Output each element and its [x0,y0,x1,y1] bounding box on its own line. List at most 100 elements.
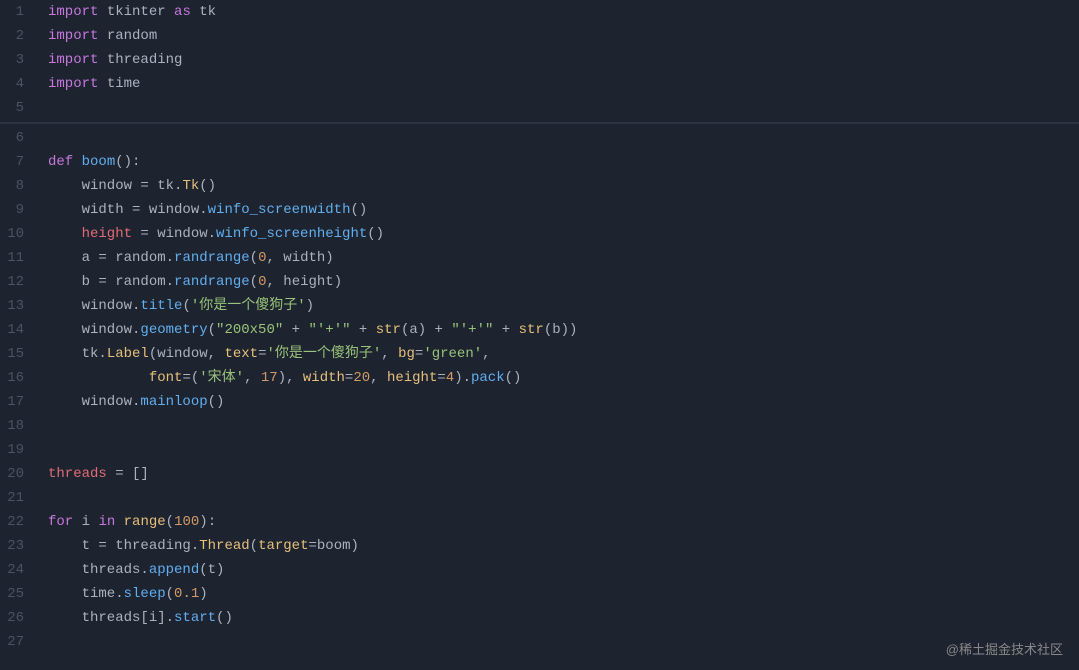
code-line: 26 threads[i].start() [0,606,1079,630]
code-line: 2import random [0,24,1079,48]
token-kw: in [98,514,115,530]
code-line: 1import tkinter as tk [0,0,1079,24]
token-plain [115,514,123,530]
token-plain: = window. [132,202,208,218]
code-line: 21 [0,486,1079,510]
token-method: pack [471,370,505,386]
line-number: 25 [0,582,40,606]
token-kw: import [48,28,98,44]
line-number: 19 [0,438,40,462]
token-plain: ( [166,586,174,602]
token-plain: =( [182,370,199,386]
token-str: '你是一个傻狗子' [266,346,381,362]
line-content: b = random.randrange(0, height) [40,270,1079,294]
line-number: 4 [0,72,40,96]
token-method: start [174,610,216,626]
token-plain: ( [166,514,174,530]
code-line: 27 [0,630,1079,654]
token-str: 'green' [423,346,482,362]
token-plain: i [73,514,98,530]
token-kw: as [174,4,191,20]
line-number: 16 [0,366,40,390]
code-line: 18 [0,414,1079,438]
line-content: import threading [40,48,1079,72]
token-plain: ). [454,370,471,386]
token-builtin: Tk [182,178,199,194]
line-content: window = tk.Tk() [40,174,1079,198]
token-plain: + [351,322,376,338]
line-number: 10 [0,222,40,246]
token-param: font [149,370,183,386]
token-var: threads [48,466,107,482]
line-number: 26 [0,606,40,630]
token-builtin: Thread [199,538,249,554]
code-line: 12 b = random.randrange(0, height) [0,270,1079,294]
token-param: width [303,370,345,386]
token-plain: =boom) [308,538,358,554]
token-str: '宋体' [199,370,244,386]
line-content: tk.Label(window, text='你是一个傻狗子', bg='gre… [40,342,1079,366]
line-number: 15 [0,342,40,366]
token-plain: + [493,322,518,338]
line-content: import tkinter as tk [40,0,1079,24]
code-line: 5 [0,96,1079,120]
token-plain: window. [48,394,140,410]
code-line: 8 window = tk.Tk() [0,174,1079,198]
token-plain: , [370,370,387,386]
token-plain: threads[i]. [48,610,174,626]
line-number: 24 [0,558,40,582]
code-editor: 1import tkinter as tk2import random3impo… [0,0,1079,670]
token-plain: threads. [48,562,149,578]
token-num: 4 [446,370,454,386]
code-line: 17 window.mainloop() [0,390,1079,414]
token-plain: window [48,178,140,194]
token-builtin: str [519,322,544,338]
code-line: 4import time [0,72,1079,96]
token-var: height [48,226,132,242]
token-method: randrange [174,274,250,290]
token-plain: window. [48,298,140,314]
token-str: '你是一个傻狗子' [191,298,306,314]
line-number: 22 [0,510,40,534]
token-plain: ( [208,322,216,338]
code-line: 6 [0,126,1079,150]
code-line: 15 tk.Label(window, text='你是一个傻狗子', bg='… [0,342,1079,366]
token-plain: a [48,250,98,266]
token-plain: ), [278,370,303,386]
token-plain: tk. [157,178,182,194]
code-line: 16 font=('宋体', 17), width=20, height=4).… [0,366,1079,390]
token-method: sleep [124,586,166,602]
token-plain: ): [199,514,216,530]
token-plain: (window, [149,346,225,362]
code-line: 3import threading [0,48,1079,72]
line-number: 21 [0,486,40,510]
token-num: 100 [174,514,199,530]
token-param: height [387,370,437,386]
token-builtin: range [124,514,166,530]
line-content: t = threading.Thread(target=boom) [40,534,1079,558]
token-plain: + [283,322,308,338]
token-kw: for [48,514,73,530]
code-line: 9 width = window.winfo_screenwidth() [0,198,1079,222]
token-plain: width [48,202,132,218]
token-param: target [258,538,308,554]
line-number: 1 [0,0,40,24]
token-method: mainloop [140,394,207,410]
token-param: bg [398,346,415,362]
code-line: 7def boom(): [0,150,1079,174]
token-plain: = [140,178,157,194]
token-plain [48,370,149,386]
line-content: for i in range(100): [40,510,1079,534]
line-content: def boom(): [40,150,1079,174]
line-number: 6 [0,126,40,150]
token-plain: () [505,370,522,386]
token-str: "'+'" [308,322,350,338]
token-plain: ) [199,586,207,602]
token-plain: ( [182,298,190,314]
token-plain: window. [48,322,140,338]
token-method: title [140,298,182,314]
line-content: a = random.randrange(0, width) [40,246,1079,270]
line-number: 3 [0,48,40,72]
line-content: import random [40,24,1079,48]
watermark-label: @稀土掘金技术社区 [946,639,1063,658]
